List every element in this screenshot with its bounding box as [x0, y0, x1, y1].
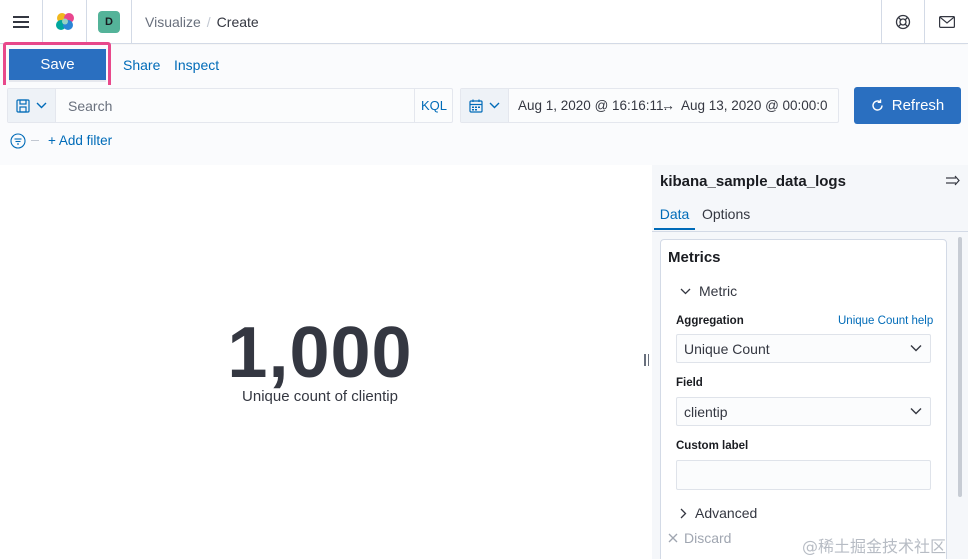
breadcrumb: Visualize / Create — [145, 0, 259, 44]
top-header: D Visualize / Create — [0, 0, 968, 44]
cross-icon — [668, 533, 678, 543]
help-button[interactable] — [882, 0, 924, 44]
kibana-logo-icon — [55, 13, 74, 30]
filter-icon[interactable] — [10, 133, 26, 149]
metrics-title: Metrics — [668, 249, 721, 266]
chevron-down-icon — [910, 345, 922, 352]
date-end-button[interactable]: Aug 13, 2020 @ 00:00:0 — [681, 98, 828, 113]
metric-accordion-toggle[interactable]: Metric — [680, 283, 737, 299]
date-start-button[interactable]: Aug 1, 2020 @ 16:16:11. — [518, 98, 667, 113]
tab-options[interactable]: Options — [702, 206, 750, 230]
breadcrumb-create: Create — [216, 14, 259, 30]
aggregation-select[interactable]: Unique Count — [676, 334, 931, 363]
watermark: @稀土掘金技术社区 — [802, 537, 947, 556]
space-selector[interactable]: D — [87, 0, 131, 44]
aggregation-value: Unique Count — [684, 340, 770, 357]
save-disk-icon — [16, 98, 30, 113]
saved-query-button[interactable] — [8, 89, 56, 122]
header-divider — [131, 0, 132, 44]
sidebar-scrollbar[interactable] — [958, 237, 962, 497]
date-picker: Aug 1, 2020 @ 16:16:11. → Aug 13, 2020 @… — [460, 88, 839, 123]
discard-label: Discard — [684, 530, 732, 546]
metric-accordion-label: Metric — [699, 283, 738, 299]
field-label: Field — [676, 377, 703, 389]
refresh-label: Refresh — [891, 97, 945, 114]
kibana-logo-button[interactable] — [43, 0, 86, 44]
aggregation-label: Aggregation — [676, 315, 744, 327]
refresh-icon — [872, 99, 883, 111]
chevron-down-icon — [680, 288, 691, 294]
add-filter-button[interactable]: + Add filter — [48, 133, 112, 148]
refresh-button[interactable]: Refresh — [854, 87, 961, 124]
advanced-accordion-toggle[interactable]: Advanced — [680, 505, 757, 521]
custom-label-input[interactable] — [676, 460, 931, 490]
advanced-label: Advanced — [695, 505, 758, 521]
custom-label-label: Custom label — [676, 440, 749, 452]
help-lifebuoy-icon — [895, 14, 911, 30]
inspect-link[interactable]: Inspect — [174, 57, 219, 73]
chevron-down-icon — [910, 408, 922, 415]
chevron-right-icon — [680, 508, 687, 518]
panel-resize-handle[interactable] — [644, 354, 650, 368]
query-input-group: KQL — [7, 88, 453, 123]
breadcrumb-separator: / — [206, 14, 211, 30]
tabs-divider — [652, 231, 968, 232]
hamburger-icon — [13, 16, 29, 28]
field-value: clientip — [684, 403, 728, 420]
save-button[interactable]: Save — [9, 49, 106, 82]
menu-button[interactable] — [0, 0, 42, 44]
newsfeed-button[interactable] — [925, 0, 968, 44]
date-arrow-icon: → — [661, 97, 675, 113]
discard-button[interactable]: Discard — [668, 530, 731, 546]
aggregation-help-link[interactable]: Unique Count help — [838, 315, 933, 327]
share-link[interactable]: Share — [123, 57, 160, 73]
mail-icon — [938, 16, 955, 28]
kql-language-button[interactable]: KQL — [414, 89, 453, 122]
tab-data[interactable]: Data — [654, 206, 695, 230]
field-select[interactable]: clientip — [676, 397, 931, 426]
search-input[interactable] — [56, 89, 414, 122]
chevron-down-icon — [36, 102, 47, 109]
metric-label: Unique count of clientip — [242, 388, 398, 405]
calendar-icon — [469, 99, 483, 113]
filter-divider — [31, 140, 39, 141]
breadcrumb-visualize[interactable]: Visualize — [145, 14, 201, 30]
collapse-sidebar-icon[interactable] — [945, 174, 961, 188]
index-pattern-title: kibana_sample_data_logs — [660, 173, 846, 190]
date-quick-menu-button[interactable] — [461, 89, 509, 122]
chevron-down-icon — [489, 102, 500, 109]
space-avatar: D — [98, 11, 120, 33]
metric-value: 1,000 — [227, 313, 413, 393]
